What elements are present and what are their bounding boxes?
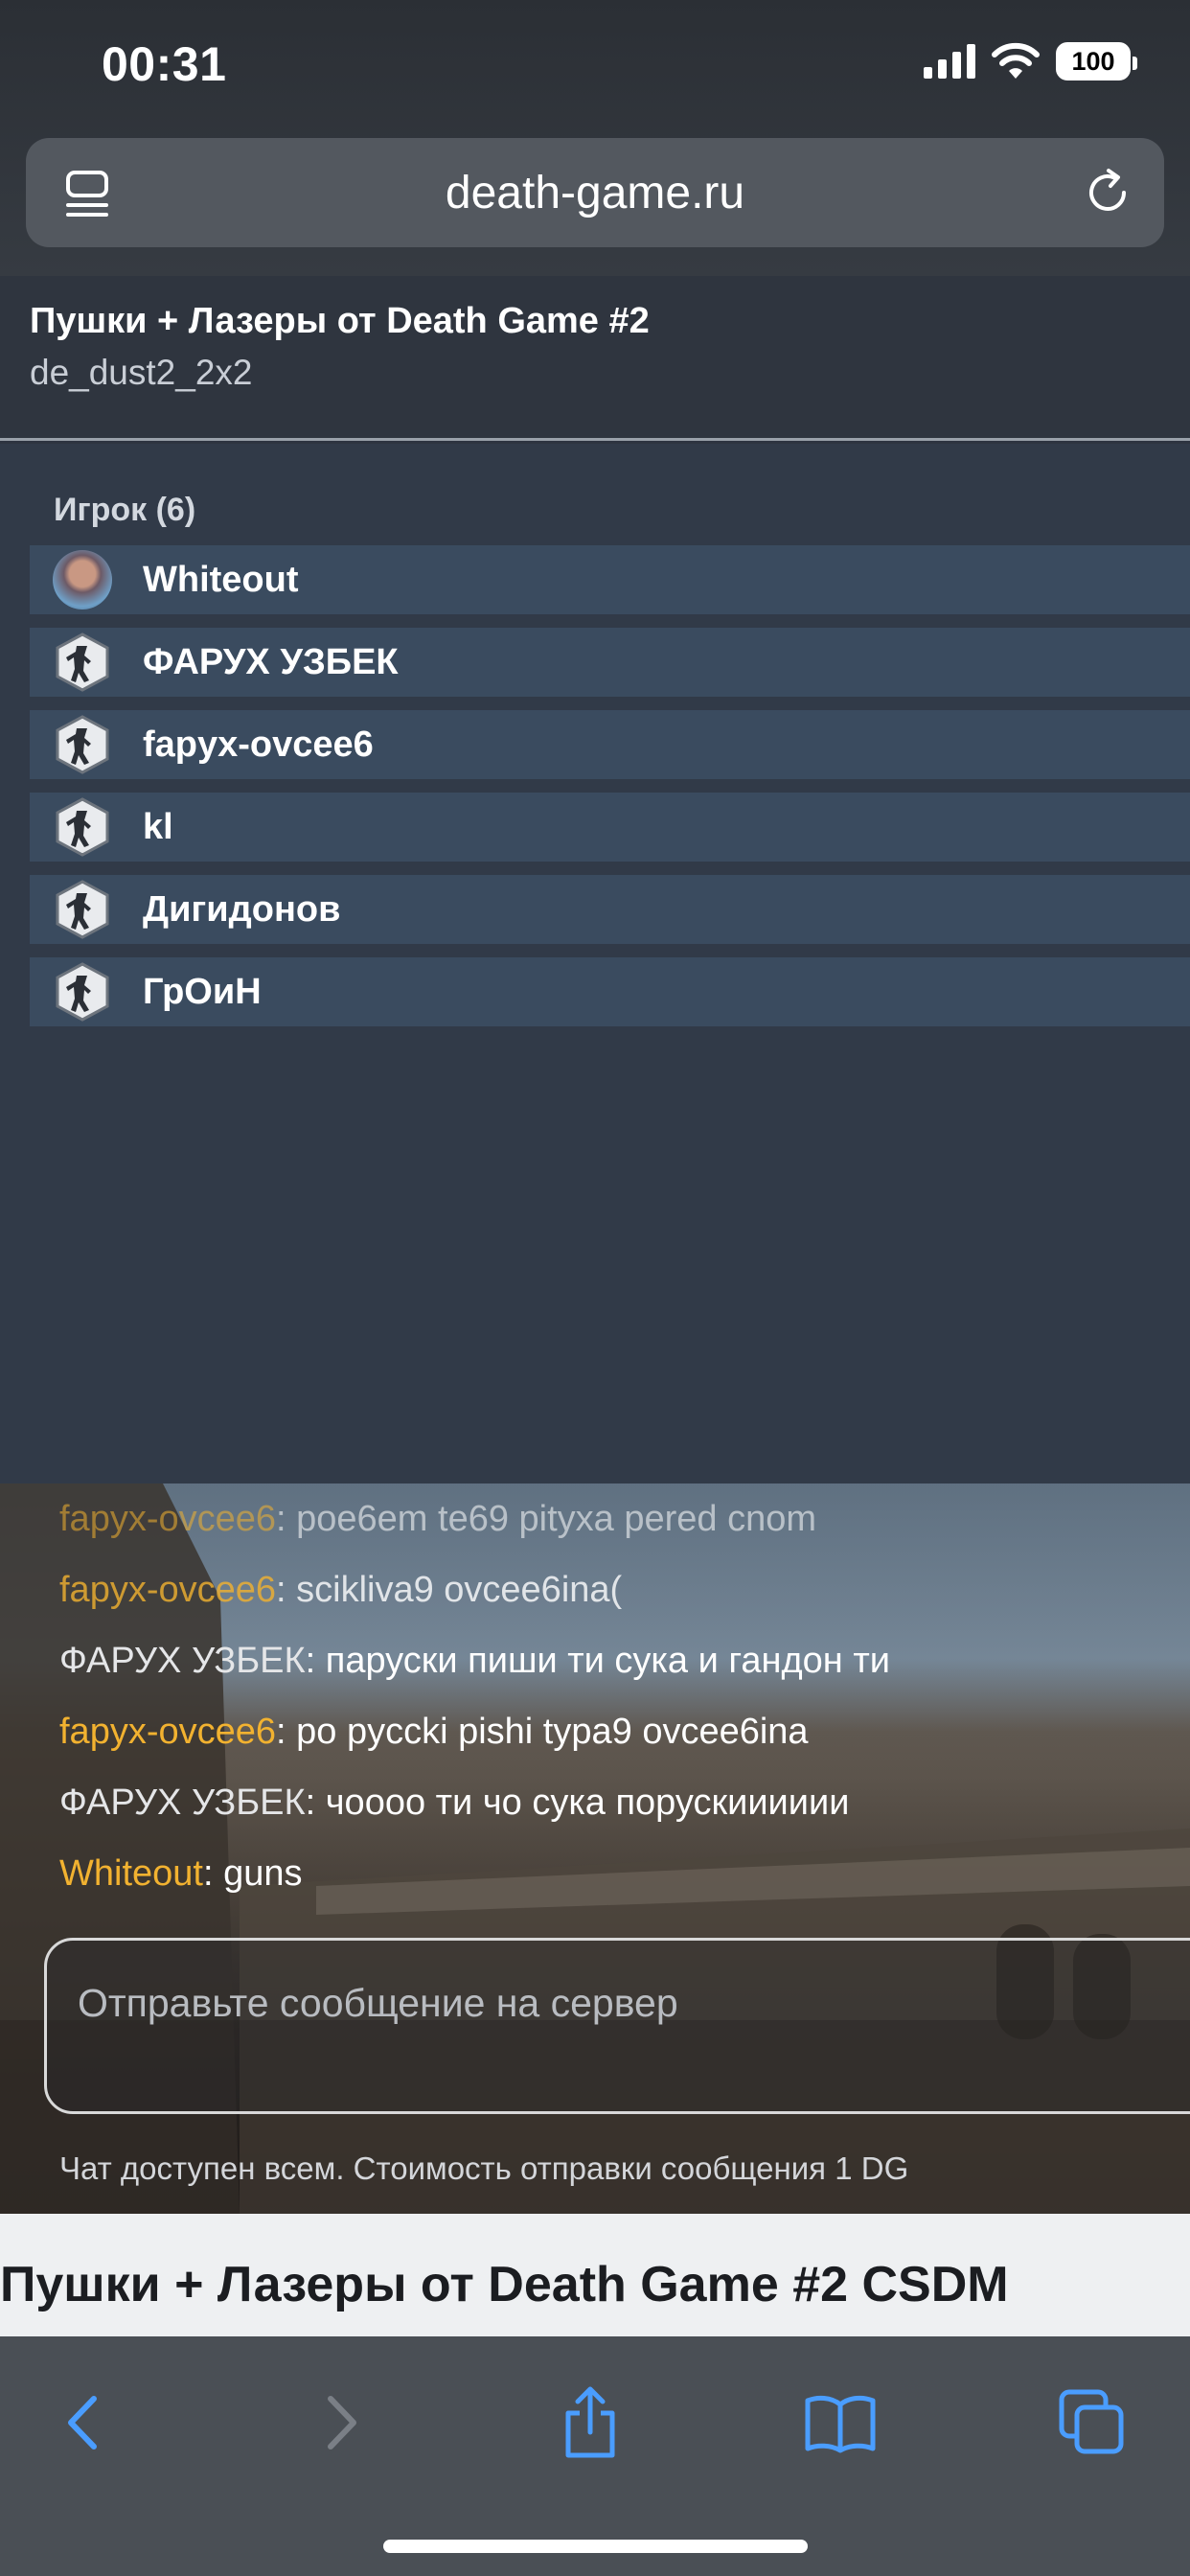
chat-message: fapyx-ovcee6: po pyccki pishi typa9 ovce… [59, 1696, 1180, 1767]
cs-logo-icon [53, 880, 112, 939]
cs-logo-icon [53, 632, 112, 692]
chat-hint: Чат доступен всем. Стоимость отправки со… [59, 2150, 909, 2186]
url-text[interactable]: death-game.ru [446, 167, 744, 219]
chat-section: fapyx-ovcee6: poe6em te69 pityxa pered c… [0, 1484, 1190, 2214]
battery-level: 100 [1071, 46, 1115, 76]
server-header: Пушки + Лазеры от Death Game #2 de_dust2… [0, 276, 1190, 441]
tabs-button[interactable] [1044, 2375, 1140, 2471]
chat-text: : po pyccki pishi typa9 ovcee6ina [276, 1712, 809, 1752]
player-name: fapyx-ovcee6 [143, 724, 374, 765]
player-name: Whiteout [143, 559, 299, 600]
url-bar[interactable]: death-game.ru [26, 138, 1164, 247]
page-title-block: Пушки + Лазеры от Death Game #2 CSDM [0, 2214, 1190, 2336]
forward-icon [328, 2396, 356, 2450]
player-row[interactable]: Whiteout [30, 545, 1190, 614]
player-name: kl [143, 806, 173, 847]
forward-button[interactable] [292, 2375, 388, 2471]
player-row[interactable]: ГрОиН [30, 957, 1190, 1026]
chat-nick[interactable]: fapyx-ovcee6 [59, 1570, 276, 1610]
back-icon [68, 2396, 97, 2450]
chat-message: Whiteout: guns [59, 1838, 1180, 1909]
player-avatar [53, 550, 112, 610]
chat-nick[interactable]: fapyx-ovcee6 [59, 1499, 276, 1539]
cs-logo-icon [53, 962, 112, 1022]
chat-message: fapyx-ovcee6: poe6em te69 pityxa pered c… [59, 1484, 1180, 1554]
chat-text: : паруски пиши ти сука и гандон ти [305, 1641, 890, 1681]
chat-nick[interactable]: ФАРУХ УЗБЕК [59, 1782, 306, 1823]
chat-messages: fapyx-ovcee6: poe6em te69 pityxa pered c… [59, 1484, 1180, 1909]
chat-message: fapyx-ovcee6: scikliva9 ovcee6ina( [59, 1554, 1180, 1625]
cs-logo-icon [53, 797, 112, 857]
chat-message: ФАРУХ УЗБЕК: паруски пиши ти сука и ганд… [59, 1625, 1180, 1696]
status-icons: 100 [924, 42, 1137, 80]
players-header: Игрок (6) [54, 492, 196, 528]
player-row[interactable]: fapyx-ovcee6 [30, 710, 1190, 779]
reader-mode-icon[interactable] [60, 167, 114, 220]
chat-nick[interactable]: ФАРУХ УЗБЕК [59, 1641, 306, 1681]
wifi-icon [992, 42, 1040, 79]
status-time: 00:31 [102, 37, 227, 91]
home-indicator [383, 2540, 808, 2553]
players-panel: Игрок (6) Whiteout ФАРУХ УЗБЕК fapyx-ovc… [0, 444, 1190, 1484]
share-icon [565, 2386, 615, 2458]
player-name: ФАРУХ УЗБЕК [143, 641, 399, 682]
bookmarks-icon [805, 2395, 876, 2453]
chat-message-input[interactable] [44, 1938, 1190, 2114]
chat-nick[interactable]: fapyx-ovcee6 [59, 1712, 276, 1752]
bottom-toolbar [0, 2336, 1190, 2576]
player-row[interactable]: ФАРУХ УЗБЕК [30, 628, 1190, 697]
browser-chrome: 00:31 100 death-game.ru [0, 0, 1190, 276]
status-bar: 00:31 100 [0, 0, 1190, 134]
player-row[interactable]: Дигидонов [30, 875, 1190, 944]
reload-icon[interactable] [1080, 165, 1135, 220]
player-row[interactable]: kl [30, 793, 1190, 862]
chat-text: : guns [202, 1853, 303, 1894]
player-name: ГрОиН [143, 971, 262, 1012]
page-heading: Пушки + Лазеры от Death Game #2 CSDM [0, 2257, 1009, 2312]
share-button[interactable] [542, 2375, 638, 2471]
bookmarks-button[interactable] [792, 2375, 888, 2471]
signal-icon [924, 44, 975, 79]
battery-icon: 100 [1056, 42, 1137, 80]
server-map: de_dust2_2x2 [30, 353, 253, 392]
players-list: Whiteout ФАРУХ УЗБЕК fapyx-ovcee6 kl Диг… [30, 545, 1190, 1040]
chat-text: : poe6em te69 pityxa pered cnom [276, 1499, 817, 1539]
avatar-photo [53, 550, 112, 610]
player-name: Дигидонов [143, 888, 341, 930]
cs-logo-icon [53, 715, 112, 774]
back-button[interactable] [36, 2375, 132, 2471]
chat-nick[interactable]: Whiteout [59, 1853, 203, 1894]
chat-message: ФАРУХ УЗБЕК: чоооо ти чо сука порускииии… [59, 1767, 1180, 1838]
server-title: Пушки + Лазеры от Death Game #2 [30, 301, 650, 341]
chat-text: : чоооо ти чо сука порускииииии [305, 1782, 850, 1823]
tabs-icon [1059, 2389, 1124, 2454]
chat-text: : scikliva9 ovcee6ina( [276, 1570, 623, 1610]
